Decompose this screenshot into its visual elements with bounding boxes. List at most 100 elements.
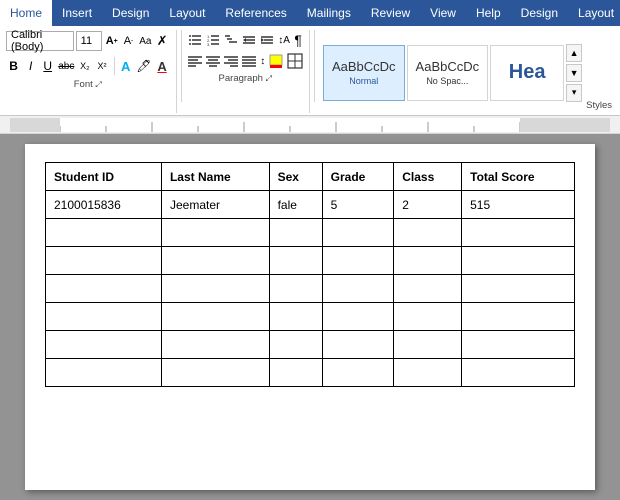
menu-tab-layout2[interactable]: Layout (568, 0, 620, 26)
font-group-expand[interactable]: ⤢ (95, 80, 101, 89)
styles-scroll-down-button[interactable]: ▼ (566, 64, 582, 82)
italic-button[interactable]: I (23, 55, 38, 77)
table-cell-r6-c1[interactable] (161, 359, 269, 387)
styles-expand-button[interactable]: ▾ (566, 84, 582, 102)
table-cell-r4-c3[interactable] (322, 303, 394, 331)
superscript-button[interactable]: X² (94, 55, 109, 77)
table-cell-r2-c5[interactable] (462, 247, 575, 275)
para-row-1: 1.2.3. ↕A ¶ (187, 30, 303, 50)
table-cell-r1-c5[interactable] (462, 219, 575, 247)
col-header-total-score: Total Score (462, 163, 575, 191)
table-cell-r3-c2[interactable] (269, 275, 322, 303)
subscript-button[interactable]: X₂ (77, 55, 92, 77)
table-header-row: Student ID Last Name Sex Grade Class Tot… (46, 163, 575, 191)
menu-tab-insert[interactable]: Insert (52, 0, 102, 26)
style-heading1[interactable]: Hea (490, 45, 564, 101)
menu-tab-mailings[interactable]: Mailings (297, 0, 361, 26)
align-left-button[interactable] (187, 51, 203, 71)
menu-tab-view[interactable]: View (420, 0, 466, 26)
table-cell-r0-c5[interactable]: 515 (462, 191, 575, 219)
table-cell-r3-c5[interactable] (462, 275, 575, 303)
table-cell-r4-c4[interactable] (394, 303, 462, 331)
table-cell-r5-c3[interactable] (322, 331, 394, 359)
table-cell-r4-c1[interactable] (161, 303, 269, 331)
clear-formatting-button[interactable]: ✗ (155, 30, 170, 52)
shading-button[interactable] (268, 51, 284, 71)
table-cell-r2-c4[interactable] (394, 247, 462, 275)
font-color-button[interactable]: A (154, 55, 169, 77)
sort-button[interactable]: ↕A (277, 30, 291, 50)
justify-button[interactable] (241, 51, 257, 71)
font-format-row: B I U abc X₂ X² A 🖊 A (6, 55, 170, 77)
group-divider-1 (181, 30, 182, 102)
paragraph-group-expand[interactable]: ⤢ (266, 74, 272, 83)
table-cell-r0-c2[interactable]: fale (269, 191, 322, 219)
strikethrough-button[interactable]: abc (57, 55, 75, 77)
table-cell-r5-c1[interactable] (161, 331, 269, 359)
align-center-button[interactable] (205, 51, 221, 71)
font-group-label: Font ⤢ (6, 77, 170, 90)
table-cell-r2-c2[interactable] (269, 247, 322, 275)
table-cell-r5-c2[interactable] (269, 331, 322, 359)
table-cell-r6-c0[interactable] (46, 359, 162, 387)
menu-tab-layout[interactable]: Layout (159, 0, 215, 26)
styles-scroll-up-button[interactable]: ▲ (566, 44, 582, 62)
increase-indent-button[interactable] (259, 30, 275, 50)
grow-font-button[interactable]: A+ (104, 30, 119, 52)
line-spacing-button[interactable]: ↕ (259, 51, 266, 71)
style-no-spacing[interactable]: AaBbCcDc No Spac... (407, 45, 489, 101)
font-selector-row: Calibri (Body) 11 A+ A- Aa ✗ (6, 30, 170, 52)
menu-tab-home[interactable]: Home (0, 0, 52, 26)
table-cell-r1-c2[interactable] (269, 219, 322, 247)
bold-button[interactable]: B (6, 55, 21, 77)
table-cell-r0-c4[interactable]: 2 (394, 191, 462, 219)
table-cell-r3-c1[interactable] (161, 275, 269, 303)
table-cell-r6-c2[interactable] (269, 359, 322, 387)
table-cell-r6-c3[interactable] (322, 359, 394, 387)
table-cell-r2-c0[interactable] (46, 247, 162, 275)
table-cell-r1-c1[interactable] (161, 219, 269, 247)
table-cell-r4-c0[interactable] (46, 303, 162, 331)
font-name-selector[interactable]: Calibri (Body) (6, 31, 74, 51)
menu-tab-help[interactable]: Help (466, 0, 511, 26)
table-row (46, 359, 575, 387)
menu-tab-review[interactable]: Review (361, 0, 420, 26)
menu-tab-references[interactable]: References (215, 0, 296, 26)
decrease-indent-button[interactable] (241, 30, 257, 50)
table-cell-r4-c5[interactable] (462, 303, 575, 331)
table-cell-r3-c0[interactable] (46, 275, 162, 303)
table-cell-r5-c0[interactable] (46, 331, 162, 359)
table-cell-r0-c3[interactable]: 5 (322, 191, 394, 219)
table-cell-r3-c3[interactable] (322, 275, 394, 303)
highlight-button[interactable]: 🖊 (135, 55, 152, 77)
align-right-button[interactable] (223, 51, 239, 71)
table-cell-r1-c3[interactable] (322, 219, 394, 247)
table-cell-r0-c0[interactable]: 2100015836 (46, 191, 162, 219)
table-cell-r1-c0[interactable] (46, 219, 162, 247)
text-effects-button[interactable]: A (118, 55, 133, 77)
show-marks-button[interactable]: ¶ (293, 30, 303, 50)
style-heading1-preview: Hea (509, 60, 546, 84)
para-row-2: ↕ (187, 51, 303, 71)
table-cell-r1-c4[interactable] (394, 219, 462, 247)
multilevel-list-button[interactable] (223, 30, 239, 50)
bullets-button[interactable] (187, 30, 203, 50)
numbering-button[interactable]: 1.2.3. (205, 30, 221, 50)
table-cell-r0-c1[interactable]: Jeemater (161, 191, 269, 219)
borders-button[interactable] (286, 51, 304, 71)
style-normal[interactable]: AaBbCcDc Normal (323, 45, 405, 101)
menu-tab-design2[interactable]: Design (511, 0, 568, 26)
table-cell-r3-c4[interactable] (394, 275, 462, 303)
table-cell-r4-c2[interactable] (269, 303, 322, 331)
menu-tab-design[interactable]: Design (102, 0, 159, 26)
table-cell-r2-c3[interactable] (322, 247, 394, 275)
table-cell-r5-c4[interactable] (394, 331, 462, 359)
table-cell-r6-c5[interactable] (462, 359, 575, 387)
change-case-button[interactable]: Aa (138, 30, 153, 52)
underline-button[interactable]: U (40, 55, 55, 77)
table-cell-r2-c1[interactable] (161, 247, 269, 275)
table-cell-r6-c4[interactable] (394, 359, 462, 387)
table-cell-r5-c5[interactable] (462, 331, 575, 359)
shrink-font-button[interactable]: A- (121, 30, 136, 52)
font-size-selector[interactable]: 11 (76, 31, 103, 51)
